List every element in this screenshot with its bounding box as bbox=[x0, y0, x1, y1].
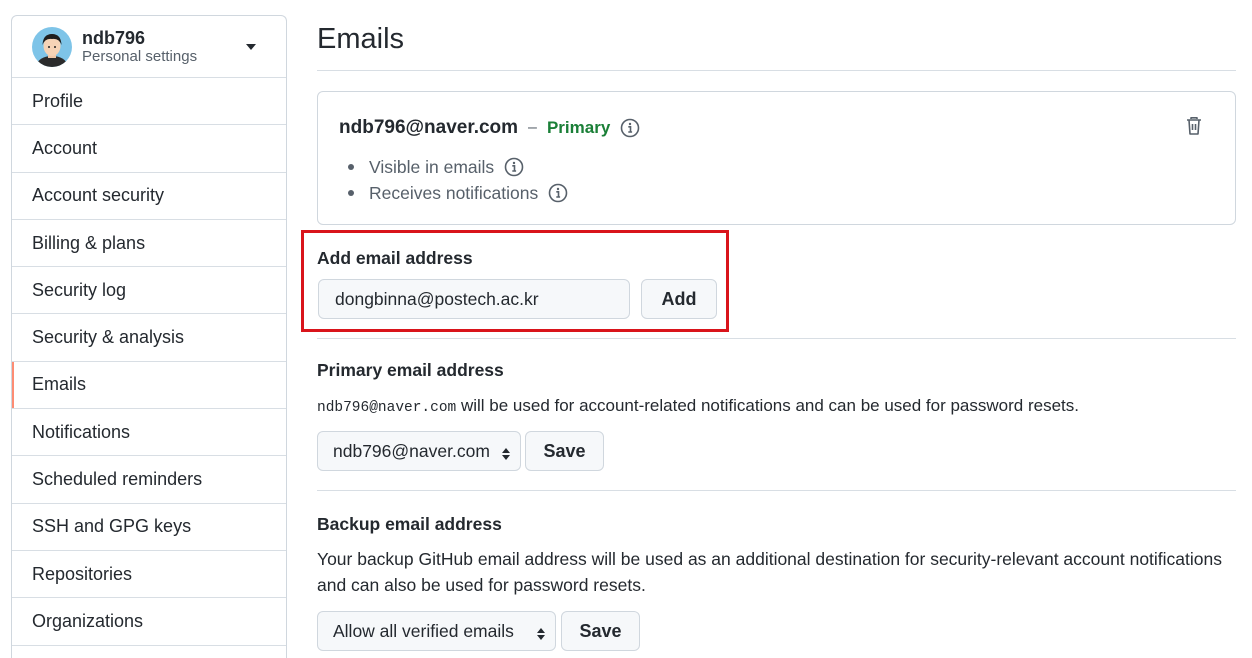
caret-down-icon[interactable] bbox=[246, 43, 256, 50]
sidebar-item-ssh-gpg-keys[interactable]: SSH and GPG keys bbox=[12, 504, 286, 551]
email-properties: Visible in emails Receives notifications bbox=[348, 154, 568, 206]
email-entry-card: ndb796@naver.com – Primary Visible in em… bbox=[317, 91, 1236, 225]
info-icon[interactable] bbox=[548, 183, 568, 203]
section-divider bbox=[317, 338, 1236, 339]
user-avatar bbox=[32, 26, 72, 67]
primary-email-selected: ndb796@naver.com bbox=[333, 440, 490, 461]
sidebar-item-notifications[interactable]: Notifications bbox=[12, 409, 286, 457]
receives-notifications-text: Receives notifications bbox=[369, 182, 539, 203]
add-email-section: Add email address Add bbox=[301, 230, 729, 332]
info-icon[interactable] bbox=[504, 157, 524, 177]
backup-save-button[interactable]: Save bbox=[561, 611, 640, 651]
sidebar-item-security-analysis[interactable]: Security & analysis bbox=[12, 314, 286, 362]
sidebar-item-repositories[interactable]: Repositories bbox=[12, 551, 286, 599]
backup-email-description: Your backup GitHub email address will be… bbox=[317, 549, 1223, 595]
sidebar-item-billing-plans[interactable]: Billing & plans bbox=[12, 220, 286, 268]
primary-email-description: ndb796@naver.com will be used for accoun… bbox=[317, 396, 1079, 416]
backup-email-selected: Allow all verified emails bbox=[333, 620, 514, 641]
add-email-input[interactable] bbox=[318, 279, 630, 319]
email-address: ndb796@naver.com bbox=[339, 117, 519, 138]
backup-email-select[interactable]: Allow all verified emails bbox=[317, 611, 556, 651]
list-item: Visible in emails bbox=[348, 154, 568, 180]
bullet bbox=[348, 190, 354, 196]
select-arrows-icon bbox=[537, 625, 545, 640]
account-text: ndb796 Personal settings bbox=[82, 28, 246, 66]
backup-email-label: Backup email address bbox=[317, 514, 502, 534]
account-username: ndb796 bbox=[82, 27, 146, 48]
account-subtitle: Personal settings bbox=[82, 47, 198, 65]
primary-email-label: Primary email address bbox=[317, 360, 504, 380]
primary-email-description-text: will be used for account-related notific… bbox=[456, 396, 1079, 415]
page-title: Emails bbox=[317, 23, 405, 55]
sidebar-item-profile[interactable]: Profile bbox=[12, 78, 286, 126]
add-email-label: Add email address bbox=[317, 248, 473, 268]
trash-icon[interactable] bbox=[1185, 116, 1203, 136]
primary-save-button[interactable]: Save bbox=[525, 431, 604, 471]
sidebar-item-emails[interactable]: Emails bbox=[12, 361, 286, 410]
select-arrows-icon bbox=[502, 445, 510, 460]
sidebar-item-account-security[interactable]: Account security bbox=[12, 173, 286, 220]
separator: – bbox=[528, 119, 537, 136]
list-item: Receives notifications bbox=[348, 180, 568, 206]
email-entry-header: ndb796@naver.com – Primary bbox=[339, 117, 640, 139]
info-icon[interactable] bbox=[620, 118, 640, 138]
visible-in-emails-text: Visible in emails bbox=[369, 156, 495, 177]
sidebar-item-organizations[interactable]: Organizations bbox=[12, 598, 286, 646]
sidebar-item-scheduled-reminders[interactable]: Scheduled reminders bbox=[12, 456, 286, 504]
primary-email-select[interactable]: ndb796@naver.com bbox=[317, 431, 521, 471]
settings-sidebar: ndb796 Personal settings Profile Account… bbox=[11, 15, 287, 658]
sidebar-item-security-log[interactable]: Security log bbox=[12, 267, 286, 315]
add-email-button[interactable]: Add bbox=[641, 279, 717, 319]
bullet bbox=[348, 164, 354, 170]
title-divider bbox=[317, 70, 1236, 71]
section-divider bbox=[317, 490, 1236, 491]
primary-email-code: ndb796@naver.com bbox=[317, 400, 457, 416]
account-switcher[interactable]: ndb796 Personal settings bbox=[12, 16, 286, 78]
primary-badge: Primary bbox=[546, 118, 611, 137]
sidebar-item-account[interactable]: Account bbox=[12, 125, 286, 173]
